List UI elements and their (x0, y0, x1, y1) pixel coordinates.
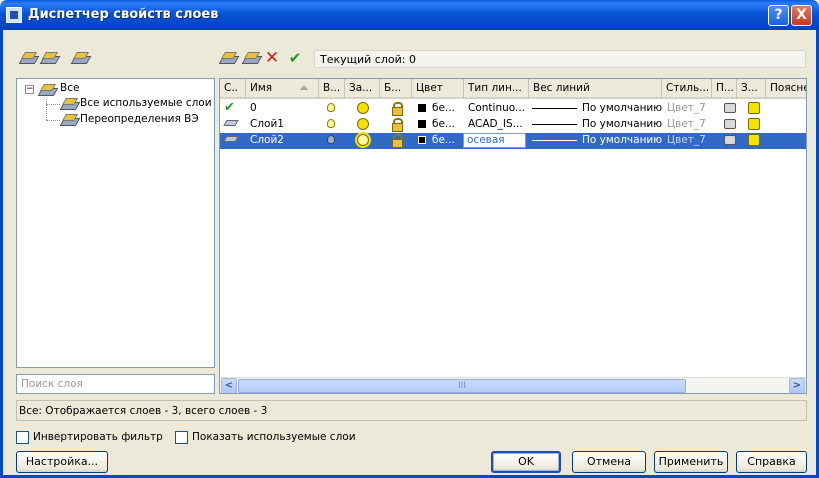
layer-color[interactable]: бе... (432, 118, 455, 133)
help-icon-button[interactable]: ? (768, 5, 789, 26)
col-freeze[interactable]: За... (345, 79, 380, 98)
col-vp-freeze[interactable]: З... (737, 79, 766, 98)
layer-search-input[interactable]: Поиск слоя (16, 374, 215, 394)
layer-lineweight[interactable]: По умолчанию (582, 102, 662, 117)
tree-connector (46, 104, 60, 105)
lightbulb-on-icon[interactable] (327, 119, 335, 128)
new-layer-vp-frozen-icon[interactable] (243, 50, 259, 66)
col-status[interactable]: С.. (220, 79, 246, 98)
col-lock[interactable]: Б... (380, 79, 412, 98)
color-swatch-icon[interactable] (418, 104, 426, 112)
ok-button[interactable]: OK (491, 451, 561, 473)
invert-filter-checkbox[interactable] (16, 431, 29, 444)
vp-freeze-icon[interactable] (748, 102, 760, 114)
cancel-button[interactable]: Отмена (572, 451, 646, 473)
lineweight-sample (532, 108, 577, 109)
status-bar: Все: Отображается слоев - 3, всего слоев… (16, 400, 807, 421)
lineweight-sample (532, 124, 577, 125)
all-layers-filter-icon (39, 82, 55, 98)
close-button[interactable]: X (791, 5, 812, 26)
scroll-right-button[interactable]: > (789, 378, 805, 393)
color-swatch-icon[interactable] (418, 120, 426, 128)
title-bar[interactable]: Диспетчер свойств слоев ? X (0, 0, 819, 30)
layer-color[interactable]: бе... (432, 102, 455, 117)
sun-thawed-icon[interactable] (357, 102, 369, 114)
printer-icon[interactable] (724, 135, 736, 145)
layer-plot-style: Цвет_7 (667, 102, 706, 114)
linetype-edit-field[interactable]: осевая (463, 133, 526, 148)
lightbulb-on-icon[interactable] (327, 103, 335, 112)
scroll-thumb[interactable]: III (238, 379, 686, 393)
used-layers-filter-icon (61, 96, 77, 112)
tree-connector (46, 120, 60, 121)
layer-status-icon (223, 120, 239, 126)
show-used-layers-checkbox[interactable] (175, 431, 188, 444)
tree-connector (46, 99, 47, 120)
layer-lineweight[interactable]: По умолчанию (582, 134, 662, 149)
apply-button[interactable]: Применить (654, 451, 728, 473)
col-on[interactable]: В... (319, 79, 345, 98)
delete-layer-icon[interactable]: ✕ (264, 50, 280, 67)
col-color[interactable]: Цвет (412, 79, 464, 98)
sun-thawed-icon[interactable] (357, 118, 369, 130)
viewport-overrides-filter-icon (61, 112, 77, 128)
new-property-filter-icon[interactable] (20, 50, 36, 66)
layer-manager-app-icon (6, 7, 22, 23)
col-name-label: Имя (250, 82, 273, 94)
settings-button[interactable]: Настройка... (16, 451, 108, 473)
sort-ascending-icon (300, 85, 308, 90)
unlock-icon[interactable] (392, 134, 403, 148)
tree-item-all[interactable]: Все (60, 82, 79, 94)
horizontal-scrollbar[interactable]: < III > (220, 377, 806, 393)
col-lineweight[interactable]: Вес линий (529, 79, 662, 98)
filter-tree[interactable]: − Все Все используемые слои Переопределе… (16, 78, 215, 368)
unlock-icon[interactable] (392, 102, 403, 116)
layer-lineweight[interactable]: По умолчанию (582, 118, 662, 133)
printer-icon[interactable] (724, 119, 736, 129)
current-layer-display: Текущий слой: 0 (314, 50, 806, 68)
tree-item-used-layers[interactable]: Все используемые слои (80, 97, 212, 109)
layer-name[interactable]: 0 (250, 102, 257, 117)
new-group-filter-icon[interactable] (41, 50, 57, 66)
layer-plot-style: Цвет_7 (667, 118, 706, 130)
layer-row-0[interactable]: ✔ 0 бе... Continuo... По умолчанию Цвет_… (220, 100, 806, 117)
layer-grid[interactable]: С.. Имя В... За... Б... Цвет Тип лин... … (219, 78, 807, 394)
lightbulb-icon[interactable] (327, 135, 335, 144)
unlock-icon[interactable] (392, 118, 403, 132)
vp-freeze-icon[interactable] (748, 134, 760, 146)
col-description[interactable]: Поясне (766, 79, 806, 98)
col-plot-style[interactable]: Стиль... (662, 79, 712, 98)
layer-plot-style: Цвет_7 (667, 134, 706, 146)
show-used-layers-label[interactable]: Показать используемые слои (192, 431, 356, 443)
color-swatch-icon[interactable] (418, 136, 426, 144)
layer-name[interactable]: Слой1 (250, 118, 284, 133)
col-name[interactable]: Имя (246, 79, 319, 98)
layer-states-manager-icon[interactable] (72, 50, 88, 66)
layer-row-1[interactable]: Слой1 бе... ACAD_IS... По умолчанию Цвет… (220, 117, 806, 133)
tree-collapse-toggle[interactable]: − (25, 85, 34, 94)
layer-name[interactable]: Слой2 (250, 134, 284, 149)
layer-row-2-selected[interactable]: Слой2 бе... осевая По умолчанию Цвет_7 (220, 133, 806, 149)
grid-header: С.. Имя В... За... Б... Цвет Тип лин... … (220, 79, 806, 99)
layer-linetype[interactable]: ACAD_IS... (468, 118, 523, 133)
lineweight-sample (532, 140, 577, 141)
tree-item-vp-overrides[interactable]: Переопределения ВЭ (80, 113, 199, 125)
sun-thawed-icon[interactable] (357, 134, 369, 146)
help-button[interactable]: Справка (736, 451, 807, 473)
set-current-icon[interactable]: ✔ (287, 50, 303, 66)
window-title: Диспетчер свойств слоев (28, 7, 219, 22)
invert-filter-label[interactable]: Инвертировать фильтр (33, 431, 163, 443)
printer-icon[interactable] (724, 103, 736, 113)
col-linetype[interactable]: Тип лин... (464, 79, 529, 98)
vp-freeze-icon[interactable] (748, 118, 760, 130)
scroll-left-button[interactable]: < (221, 378, 237, 393)
current-layer-check-icon: ✔ (224, 100, 235, 115)
layer-linetype[interactable]: Continuo... (468, 102, 525, 117)
layer-status-icon (223, 136, 239, 142)
new-layer-icon[interactable] (220, 50, 236, 66)
col-plot[interactable]: П... (712, 79, 737, 98)
layer-color[interactable]: бе... (432, 134, 455, 149)
